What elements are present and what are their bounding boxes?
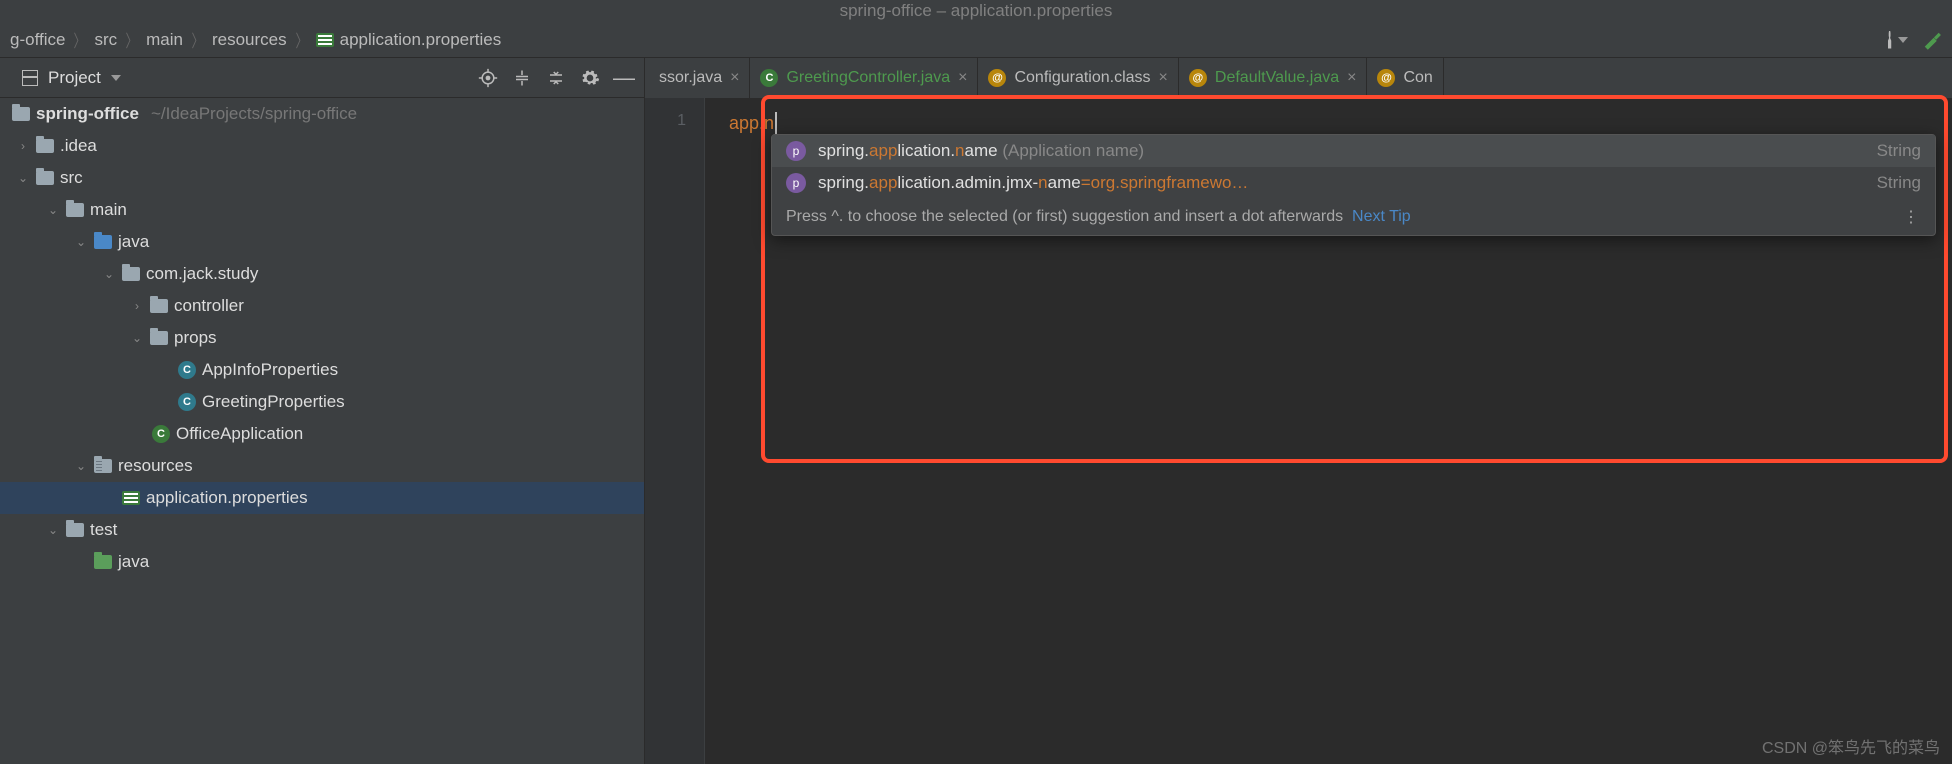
- editor-body[interactable]: 1 app.n p spring.application.name (Appli…: [645, 98, 1952, 764]
- class-file-icon: C: [760, 69, 778, 87]
- more-icon[interactable]: ⋮: [1903, 207, 1921, 227]
- package-icon: [122, 267, 140, 281]
- folder-icon: [66, 523, 84, 537]
- project-view-icon: [22, 70, 38, 86]
- tree-item-class[interactable]: CGreetingProperties: [0, 386, 644, 418]
- completion-text: spring.application.name (Application nam…: [818, 141, 1865, 161]
- editor-tab[interactable]: CGreetingController.java×: [750, 58, 978, 98]
- close-icon[interactable]: ×: [730, 69, 739, 87]
- completion-text: spring.application.admin.jmx-name=org.sp…: [818, 173, 1865, 193]
- text-cursor: [775, 112, 777, 134]
- locate-icon[interactable]: [478, 68, 498, 88]
- sidebar-header: Project —: [0, 58, 644, 98]
- tree-item-test-java[interactable]: java: [0, 546, 644, 578]
- folder-icon: [36, 139, 54, 153]
- folder-icon: [12, 107, 30, 121]
- close-icon[interactable]: ×: [1159, 69, 1168, 87]
- annotation-file-icon: @: [1377, 69, 1395, 87]
- chevron-down-icon: ⌄: [16, 171, 30, 185]
- properties-file-icon: [316, 33, 334, 47]
- class-icon: C: [178, 361, 196, 379]
- chevron-down-icon: ⌄: [130, 331, 144, 345]
- chevron-right-icon: ›: [130, 299, 144, 313]
- editor-tab[interactable]: @Con: [1367, 58, 1443, 98]
- collapse-all-icon[interactable]: [546, 68, 566, 88]
- property-icon: p: [786, 173, 806, 193]
- folder-icon: [66, 203, 84, 217]
- resources-folder-icon: [94, 459, 112, 473]
- chevron-right-icon: 〉: [295, 27, 307, 52]
- project-sidebar: Project — spring-office~/IdeaProjects/sp…: [0, 58, 645, 764]
- tree-item-props[interactable]: ⌄props: [0, 322, 644, 354]
- editor-tabs: ssor.java× CGreetingController.java× @Co…: [645, 58, 1952, 98]
- tree-item-controller[interactable]: ›controller: [0, 290, 644, 322]
- chevron-down-icon: ⌄: [74, 459, 88, 473]
- chevron-down-icon: ⌄: [46, 523, 60, 537]
- breadcrumb-item[interactable]: application.properties: [316, 30, 502, 50]
- breadcrumb-item[interactable]: main: [146, 30, 183, 50]
- next-tip-link[interactable]: Next Tip: [1352, 208, 1411, 225]
- sidebar-title[interactable]: Project: [48, 68, 101, 88]
- chevron-right-icon: 〉: [74, 27, 86, 52]
- build-icon[interactable]: [1922, 30, 1942, 50]
- tree-item-idea[interactable]: ›.idea: [0, 130, 644, 162]
- breadcrumbs: g-office 〉 src 〉 main 〉 resources 〉 appl…: [10, 27, 501, 52]
- tree-item-main[interactable]: ⌄main: [0, 194, 644, 226]
- tree-root[interactable]: spring-office~/IdeaProjects/spring-offic…: [0, 98, 644, 130]
- completion-item[interactable]: p spring.application.name (Application n…: [772, 135, 1935, 167]
- close-icon[interactable]: ×: [958, 69, 967, 87]
- settings-icon[interactable]: [580, 68, 600, 88]
- tree-item-package[interactable]: ⌄com.jack.study: [0, 258, 644, 290]
- annotation-file-icon: @: [988, 69, 1006, 87]
- chevron-down-icon: ⌄: [74, 235, 88, 249]
- tree-item-resources[interactable]: ⌄resources: [0, 450, 644, 482]
- tree-item-src[interactable]: ⌄src: [0, 162, 644, 194]
- users-icon[interactable]: [1888, 30, 1908, 50]
- breadcrumb-item[interactable]: src: [94, 30, 117, 50]
- close-icon[interactable]: ×: [1347, 69, 1356, 87]
- watermark: CSDN @笨鸟先飞的菜鸟: [1762, 734, 1940, 758]
- tree-item-appprops[interactable]: application.properties: [0, 482, 644, 514]
- source-folder-icon: [94, 235, 112, 249]
- editor-gutter: 1: [645, 98, 705, 764]
- class-icon: C: [178, 393, 196, 411]
- breadcrumb-item[interactable]: g-office: [10, 30, 65, 50]
- chevron-right-icon: 〉: [126, 27, 138, 52]
- editor-area: ssor.java× CGreetingController.java× @Co…: [645, 58, 1952, 764]
- window-title: spring-office – application.properties: [0, 0, 1952, 22]
- editor-tab[interactable]: ssor.java×: [649, 58, 750, 98]
- completion-type: String: [1877, 141, 1921, 161]
- project-tree: spring-office~/IdeaProjects/spring-offic…: [0, 98, 644, 764]
- tree-item-class[interactable]: CAppInfoProperties: [0, 354, 644, 386]
- tree-item-test[interactable]: ⌄test: [0, 514, 644, 546]
- property-icon: p: [786, 141, 806, 161]
- tree-item-java[interactable]: ⌄java: [0, 226, 644, 258]
- chevron-down-icon: ⌄: [46, 203, 60, 217]
- package-icon: [150, 331, 168, 345]
- properties-file-icon: [122, 491, 140, 505]
- annotation-file-icon: @: [1189, 69, 1207, 87]
- code-area[interactable]: app.n p spring.application.name (Applica…: [705, 98, 1952, 764]
- completion-popup: p spring.application.name (Application n…: [771, 134, 1936, 236]
- package-icon: [150, 299, 168, 313]
- breadcrumb-item[interactable]: resources: [212, 30, 287, 50]
- editor-tab[interactable]: @DefaultValue.java×: [1179, 58, 1368, 98]
- code-line: app.n: [729, 113, 774, 133]
- completion-hint: Press ^. to choose the selected (or firs…: [786, 208, 1411, 226]
- expand-all-icon[interactable]: [512, 68, 532, 88]
- tree-item-class[interactable]: COfficeApplication: [0, 418, 644, 450]
- test-folder-icon: [94, 555, 112, 569]
- editor-tab[interactable]: @Configuration.class×: [978, 58, 1178, 98]
- folder-icon: [36, 171, 54, 185]
- completion-footer: Press ^. to choose the selected (or firs…: [772, 199, 1935, 235]
- breadcrumb-bar: g-office 〉 src 〉 main 〉 resources 〉 appl…: [0, 22, 1952, 58]
- chevron-right-icon: 〉: [192, 27, 204, 52]
- minimize-icon[interactable]: —: [614, 68, 634, 88]
- completion-type: String: [1877, 173, 1921, 193]
- dropdown-caret-icon[interactable]: [111, 75, 121, 81]
- chevron-down-icon: ⌄: [102, 267, 116, 281]
- completion-item[interactable]: p spring.application.admin.jmx-name=org.…: [772, 167, 1935, 199]
- chevron-right-icon: ›: [16, 139, 30, 153]
- main-class-icon: C: [152, 425, 170, 443]
